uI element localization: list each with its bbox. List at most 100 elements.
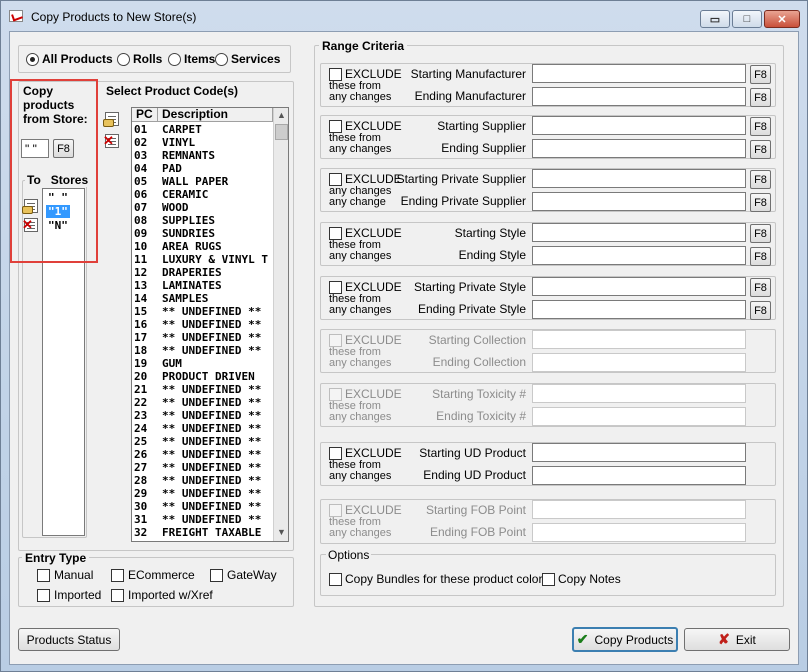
product-code-row[interactable]: 29 ** UNDEFINED ** [132, 487, 278, 500]
product-code: 10 [134, 240, 148, 253]
radio-rolls[interactable] [117, 53, 130, 66]
start-input-1[interactable] [532, 64, 746, 83]
product-code: 18 [134, 344, 148, 357]
product-codes-scrollbar[interactable]: ▲ ▼ [273, 108, 288, 541]
end-input-8[interactable] [532, 466, 746, 485]
start-label: Starting Collection [428, 333, 526, 347]
checkbox-copy-notes[interactable] [542, 573, 555, 586]
end-input-4[interactable] [532, 246, 746, 265]
end-input-5[interactable] [532, 300, 746, 319]
product-code-row[interactable]: 24 ** UNDEFINED ** [132, 422, 278, 435]
scroll-down-icon[interactable]: ▼ [274, 525, 288, 540]
product-code-row[interactable]: 23 ** UNDEFINED ** [132, 409, 278, 422]
start-lookup-button[interactable]: F8 [750, 224, 771, 243]
scroll-thumb[interactable] [275, 124, 288, 140]
product-codes-list[interactable]: PC Description 01 CARPET 02 VINYL 03 REMNANTS… [131, 107, 289, 542]
end-input-1[interactable] [532, 87, 746, 106]
product-code: 23 [134, 409, 148, 422]
start-input-4[interactable] [532, 223, 746, 242]
column-description[interactable]: Description [158, 108, 273, 122]
start-input-3[interactable] [532, 169, 746, 188]
product-code-row[interactable]: 07 WOOD [132, 201, 278, 214]
maximize-button[interactable]: □ [732, 10, 762, 28]
product-code-row[interactable]: 10 AREA RUGS [132, 240, 278, 253]
start-lookup-button[interactable]: F8 [750, 170, 771, 189]
product-code-row[interactable]: 06 CERAMIC [132, 188, 278, 201]
product-code-row[interactable]: 16 ** UNDEFINED ** [132, 318, 278, 331]
product-code-row[interactable]: 32 FREIGHT TAXABLE [132, 526, 278, 539]
minimize-button[interactable]: ▭ [700, 10, 730, 28]
product-code-row[interactable]: 27 ** UNDEFINED ** [132, 461, 278, 474]
start-input-5[interactable] [532, 277, 746, 296]
product-code: 04 [134, 162, 148, 175]
end-lookup-button[interactable]: F8 [750, 247, 771, 266]
column-pc[interactable]: PC [132, 108, 158, 122]
checkbox-imported-xref-label: Imported w/Xref [128, 588, 213, 602]
product-code-row[interactable]: 15 ** UNDEFINED ** [132, 305, 278, 318]
select-codes-icon[interactable] [103, 112, 121, 128]
checkbox-gateway-label: GateWay [227, 568, 277, 582]
checkbox-ecommerce[interactable] [111, 569, 124, 582]
scroll-up-icon[interactable]: ▲ [274, 108, 288, 123]
product-code-row[interactable]: 19 GUM [132, 357, 278, 370]
product-code-row[interactable]: 04 PAD [132, 162, 278, 175]
product-code-row[interactable]: 05 WALL PAPER [132, 175, 278, 188]
product-code: 02 [134, 136, 148, 149]
copy-products-button[interactable]: ✔ Copy Products [572, 627, 678, 652]
product-code-row[interactable]: 13 LAMINATES [132, 279, 278, 292]
start-lookup-button[interactable]: F8 [750, 65, 771, 84]
product-code-row[interactable]: 31 ** UNDEFINED ** [132, 513, 278, 526]
clear-codes-icon[interactable]: ✕ [103, 134, 121, 150]
checkbox-gateway[interactable] [210, 569, 223, 582]
end-lookup-button[interactable]: F8 [750, 301, 771, 320]
end-label: Ending Supplier [441, 141, 526, 155]
product-code-row[interactable]: 25 ** UNDEFINED ** [132, 435, 278, 448]
radio-services[interactable] [215, 53, 228, 66]
radio-all-products[interactable] [26, 53, 39, 66]
radio-items[interactable] [168, 53, 181, 66]
end-lookup-button[interactable]: F8 [750, 88, 771, 107]
product-code-row[interactable]: 21 ** UNDEFINED ** [132, 383, 278, 396]
product-code-row[interactable]: 03 REMNANTS [132, 149, 278, 162]
product-code-row[interactable]: 17 ** UNDEFINED ** [132, 331, 278, 344]
checkbox-manual-label: Manual [54, 568, 94, 582]
end-lookup-button[interactable]: F8 [750, 140, 771, 159]
product-code-row[interactable]: 22 ** UNDEFINED ** [132, 396, 278, 409]
end-input-3[interactable] [532, 192, 746, 211]
product-code-row[interactable]: 12 DRAPERIES [132, 266, 278, 279]
product-code-row[interactable]: 28 ** UNDEFINED ** [132, 474, 278, 487]
start-input-2[interactable] [532, 116, 746, 135]
start-lookup-button[interactable]: F8 [750, 117, 771, 136]
product-code: 11 [134, 253, 148, 266]
product-code: 03 [134, 149, 148, 162]
product-code-row[interactable]: 20 PRODUCT DRIVEN [132, 370, 278, 383]
products-status-button[interactable]: Products Status [18, 628, 120, 651]
product-code-row[interactable]: 30 ** UNDEFINED ** [132, 500, 278, 513]
product-code-row[interactable]: 01 CARPET [132, 123, 278, 136]
product-description: ** UNDEFINED ** [162, 331, 262, 344]
end-input-2[interactable] [532, 139, 746, 158]
end-label: Ending Collection [432, 355, 526, 369]
checkbox-copy-bundles[interactable] [329, 573, 342, 586]
start-input-8[interactable] [532, 443, 746, 462]
start-lookup-button[interactable]: F8 [750, 278, 771, 297]
product-code-row[interactable]: 26 ** UNDEFINED ** [132, 448, 278, 461]
product-code-row[interactable]: 08 SUPPLIES [132, 214, 278, 227]
product-code-row[interactable]: 09 SUNDRIES [132, 227, 278, 240]
end-label: Ending Style [458, 248, 526, 262]
close-button[interactable]: ✕ [764, 10, 800, 28]
end-lookup-button[interactable]: F8 [750, 193, 771, 212]
product-description: CERAMIC [162, 188, 209, 201]
start-label: Starting Private Supplier [396, 172, 526, 186]
product-code-row[interactable]: 02 VINYL [132, 136, 278, 149]
product-code-row[interactable]: 11 LUXURY & VINYL T [132, 253, 278, 266]
product-code-row[interactable]: 18 ** UNDEFINED ** [132, 344, 278, 357]
window-title: Copy Products to New Store(s) [31, 10, 197, 24]
product-description: ** UNDEFINED ** [162, 474, 262, 487]
product-description: ** UNDEFINED ** [162, 500, 262, 513]
checkbox-manual[interactable] [37, 569, 50, 582]
product-code-row[interactable]: 14 SAMPLES [132, 292, 278, 305]
exit-button[interactable]: ✘ Exit [684, 628, 790, 651]
checkbox-imported[interactable] [37, 589, 50, 602]
checkbox-imported-xref[interactable] [111, 589, 124, 602]
